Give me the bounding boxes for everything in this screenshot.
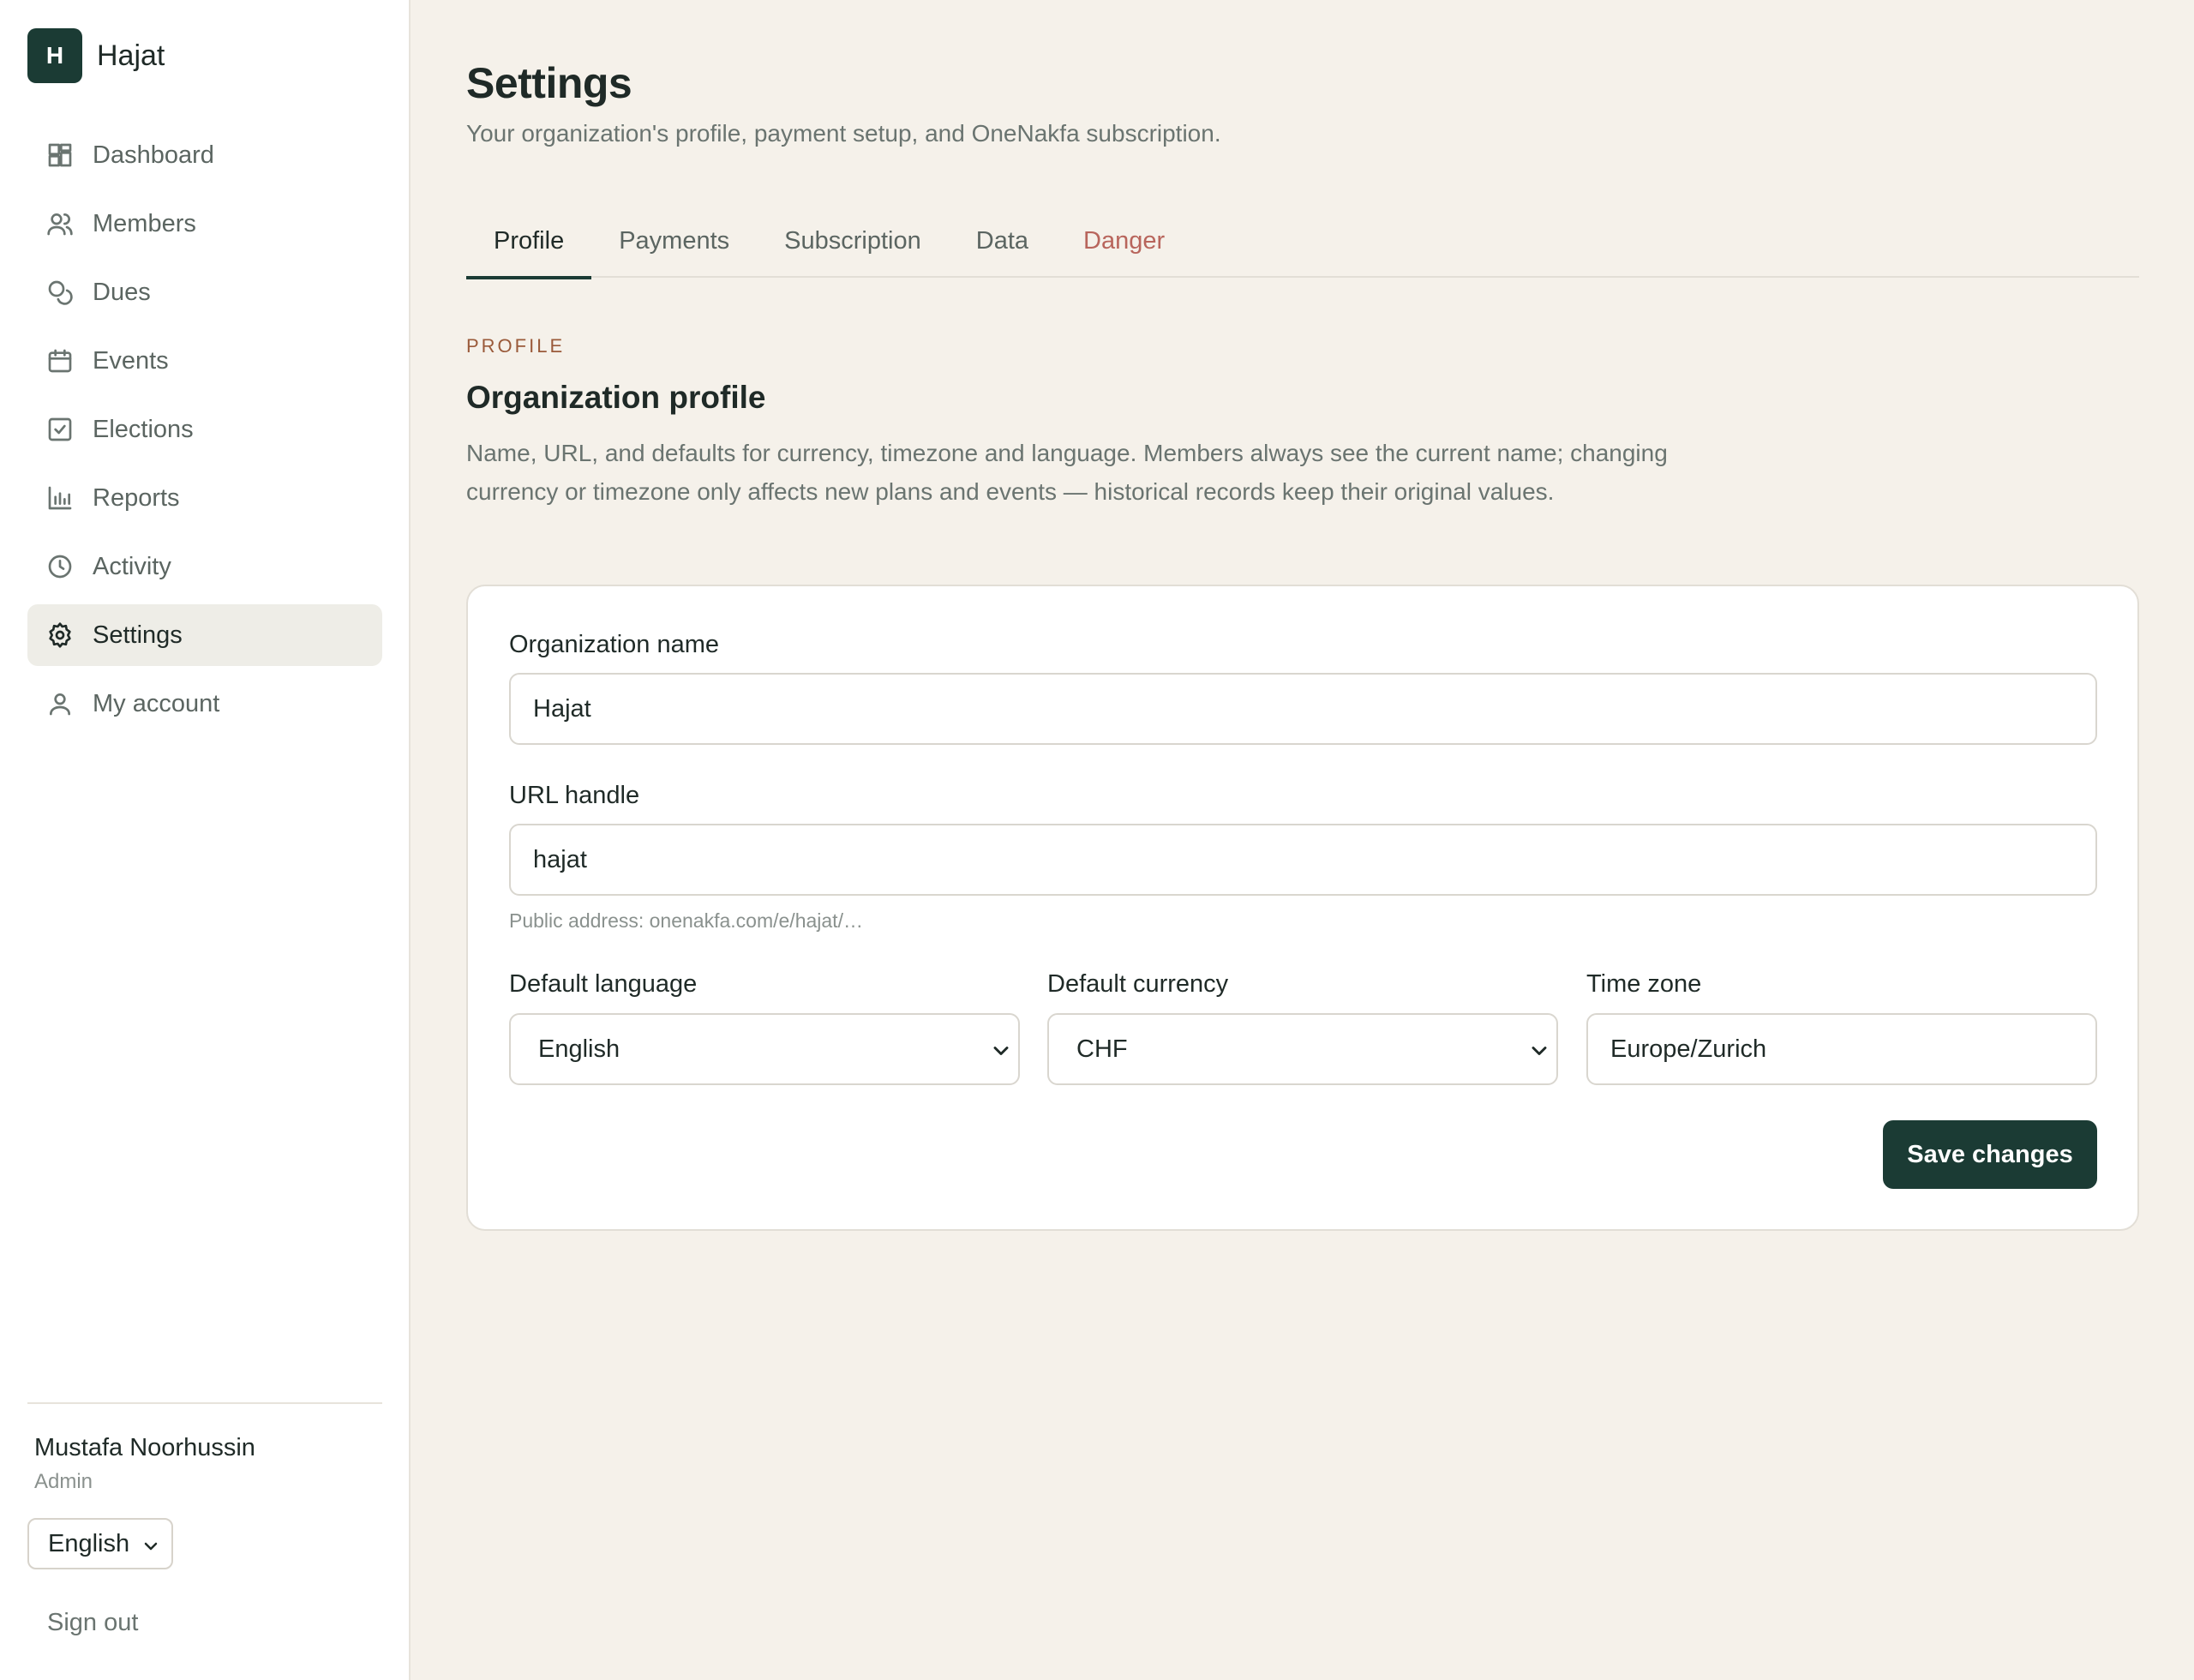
checkbox-icon <box>46 416 74 443</box>
default-currency-value: CHF <box>1076 1035 1128 1063</box>
sidebar-item-label: Members <box>93 209 196 237</box>
sidebar-item-label: Events <box>93 346 169 375</box>
default-language-select[interactable]: English <box>509 1013 1020 1085</box>
users-icon <box>46 210 74 237</box>
time-zone-input[interactable]: Europe/Zurich <box>1586 1013 2097 1085</box>
user-name: Mustafa Noorhussin <box>34 1434 255 1461</box>
sidebar-divider <box>27 1402 382 1404</box>
time-zone-value: Europe/Zurich <box>1610 1035 1767 1063</box>
tab-profile[interactable]: Profile <box>466 214 592 279</box>
language-select-value: English <box>48 1529 130 1557</box>
section-kicker: PROFILE <box>466 335 566 357</box>
profile-form-card: Organization name Hajat URL handle hajat… <box>466 585 2139 1231</box>
sidebar-item-events[interactable]: Events <box>27 330 382 392</box>
sidebar-item-label: My account <box>93 689 220 717</box>
time-zone-label: Time zone <box>1586 970 1702 998</box>
org-name-value: Hajat <box>533 694 591 723</box>
dashboard-icon <box>46 141 74 169</box>
brand[interactable]: H Hajat <box>27 28 165 83</box>
language-select[interactable]: English <box>27 1518 173 1569</box>
default-language-value: English <box>538 1035 620 1063</box>
chevron-down-icon <box>1527 1039 1551 1063</box>
url-handle-input[interactable]: hajat <box>509 824 2097 896</box>
sidebar-nav: Dashboard Members Dues Events Elections <box>27 124 382 741</box>
org-name-label: Organization name <box>509 631 720 658</box>
section-description: Name, URL, and defaults for currency, ti… <box>466 440 1668 505</box>
url-handle-label: URL handle <box>509 782 640 809</box>
sidebar-item-label: Elections <box>93 415 194 443</box>
bar-chart-icon <box>46 484 74 512</box>
sidebar-item-reports[interactable]: Reports <box>27 467 382 529</box>
page-subtitle: Your organization's profile, payment set… <box>466 120 1221 147</box>
org-name-input[interactable]: Hajat <box>509 673 2097 745</box>
settings-tabs: Profile Payments Subscription Data Dange… <box>466 214 2139 279</box>
coins-icon <box>46 279 74 306</box>
sidebar-item-settings[interactable]: Settings <box>27 604 382 666</box>
sidebar-item-label: Reports <box>93 483 180 512</box>
save-changes-button[interactable]: Save changes <box>1883 1120 2097 1189</box>
chevron-down-icon <box>141 1535 161 1563</box>
sidebar-item-label: Activity <box>93 552 171 580</box>
brand-logo: H <box>27 28 82 83</box>
url-handle-value: hajat <box>533 845 587 873</box>
default-currency-select[interactable]: CHF <box>1047 1013 1558 1085</box>
brand-name: Hajat <box>97 39 165 72</box>
sidebar-item-members[interactable]: Members <box>27 193 382 255</box>
tab-payments[interactable]: Payments <box>591 214 757 278</box>
sidebar-item-label: Dues <box>93 278 151 306</box>
calendar-icon <box>46 347 74 375</box>
sidebar-item-dashboard[interactable]: Dashboard <box>27 124 382 186</box>
default-currency-label: Default currency <box>1047 970 1229 998</box>
user-icon <box>46 690 74 717</box>
sidebar-item-label: Dashboard <box>93 141 214 169</box>
url-handle-hint: Public address: onenakfa.com/e/hajat/… <box>509 909 863 932</box>
page-title: Settings <box>466 59 632 107</box>
sidebar-item-elections[interactable]: Elections <box>27 399 382 460</box>
default-language-label: Default language <box>509 970 698 998</box>
sidebar-item-label: Settings <box>93 621 183 649</box>
user-role: Admin <box>34 1470 93 1493</box>
sign-out-link[interactable]: Sign out <box>47 1609 138 1637</box>
sidebar-item-my-account[interactable]: My account <box>27 673 382 735</box>
tab-subscription[interactable]: Subscription <box>757 214 949 278</box>
tab-data[interactable]: Data <box>949 214 1056 278</box>
chevron-down-icon <box>989 1039 1013 1063</box>
gear-icon <box>46 621 74 649</box>
sidebar: H Hajat Dashboard Members Dues Events El… <box>0 0 411 1680</box>
sidebar-item-activity[interactable]: Activity <box>27 536 382 597</box>
tab-danger[interactable]: Danger <box>1056 214 1192 278</box>
sidebar-item-dues[interactable]: Dues <box>27 261 382 323</box>
section-title: Organization profile <box>466 380 766 415</box>
clock-icon <box>46 553 74 580</box>
